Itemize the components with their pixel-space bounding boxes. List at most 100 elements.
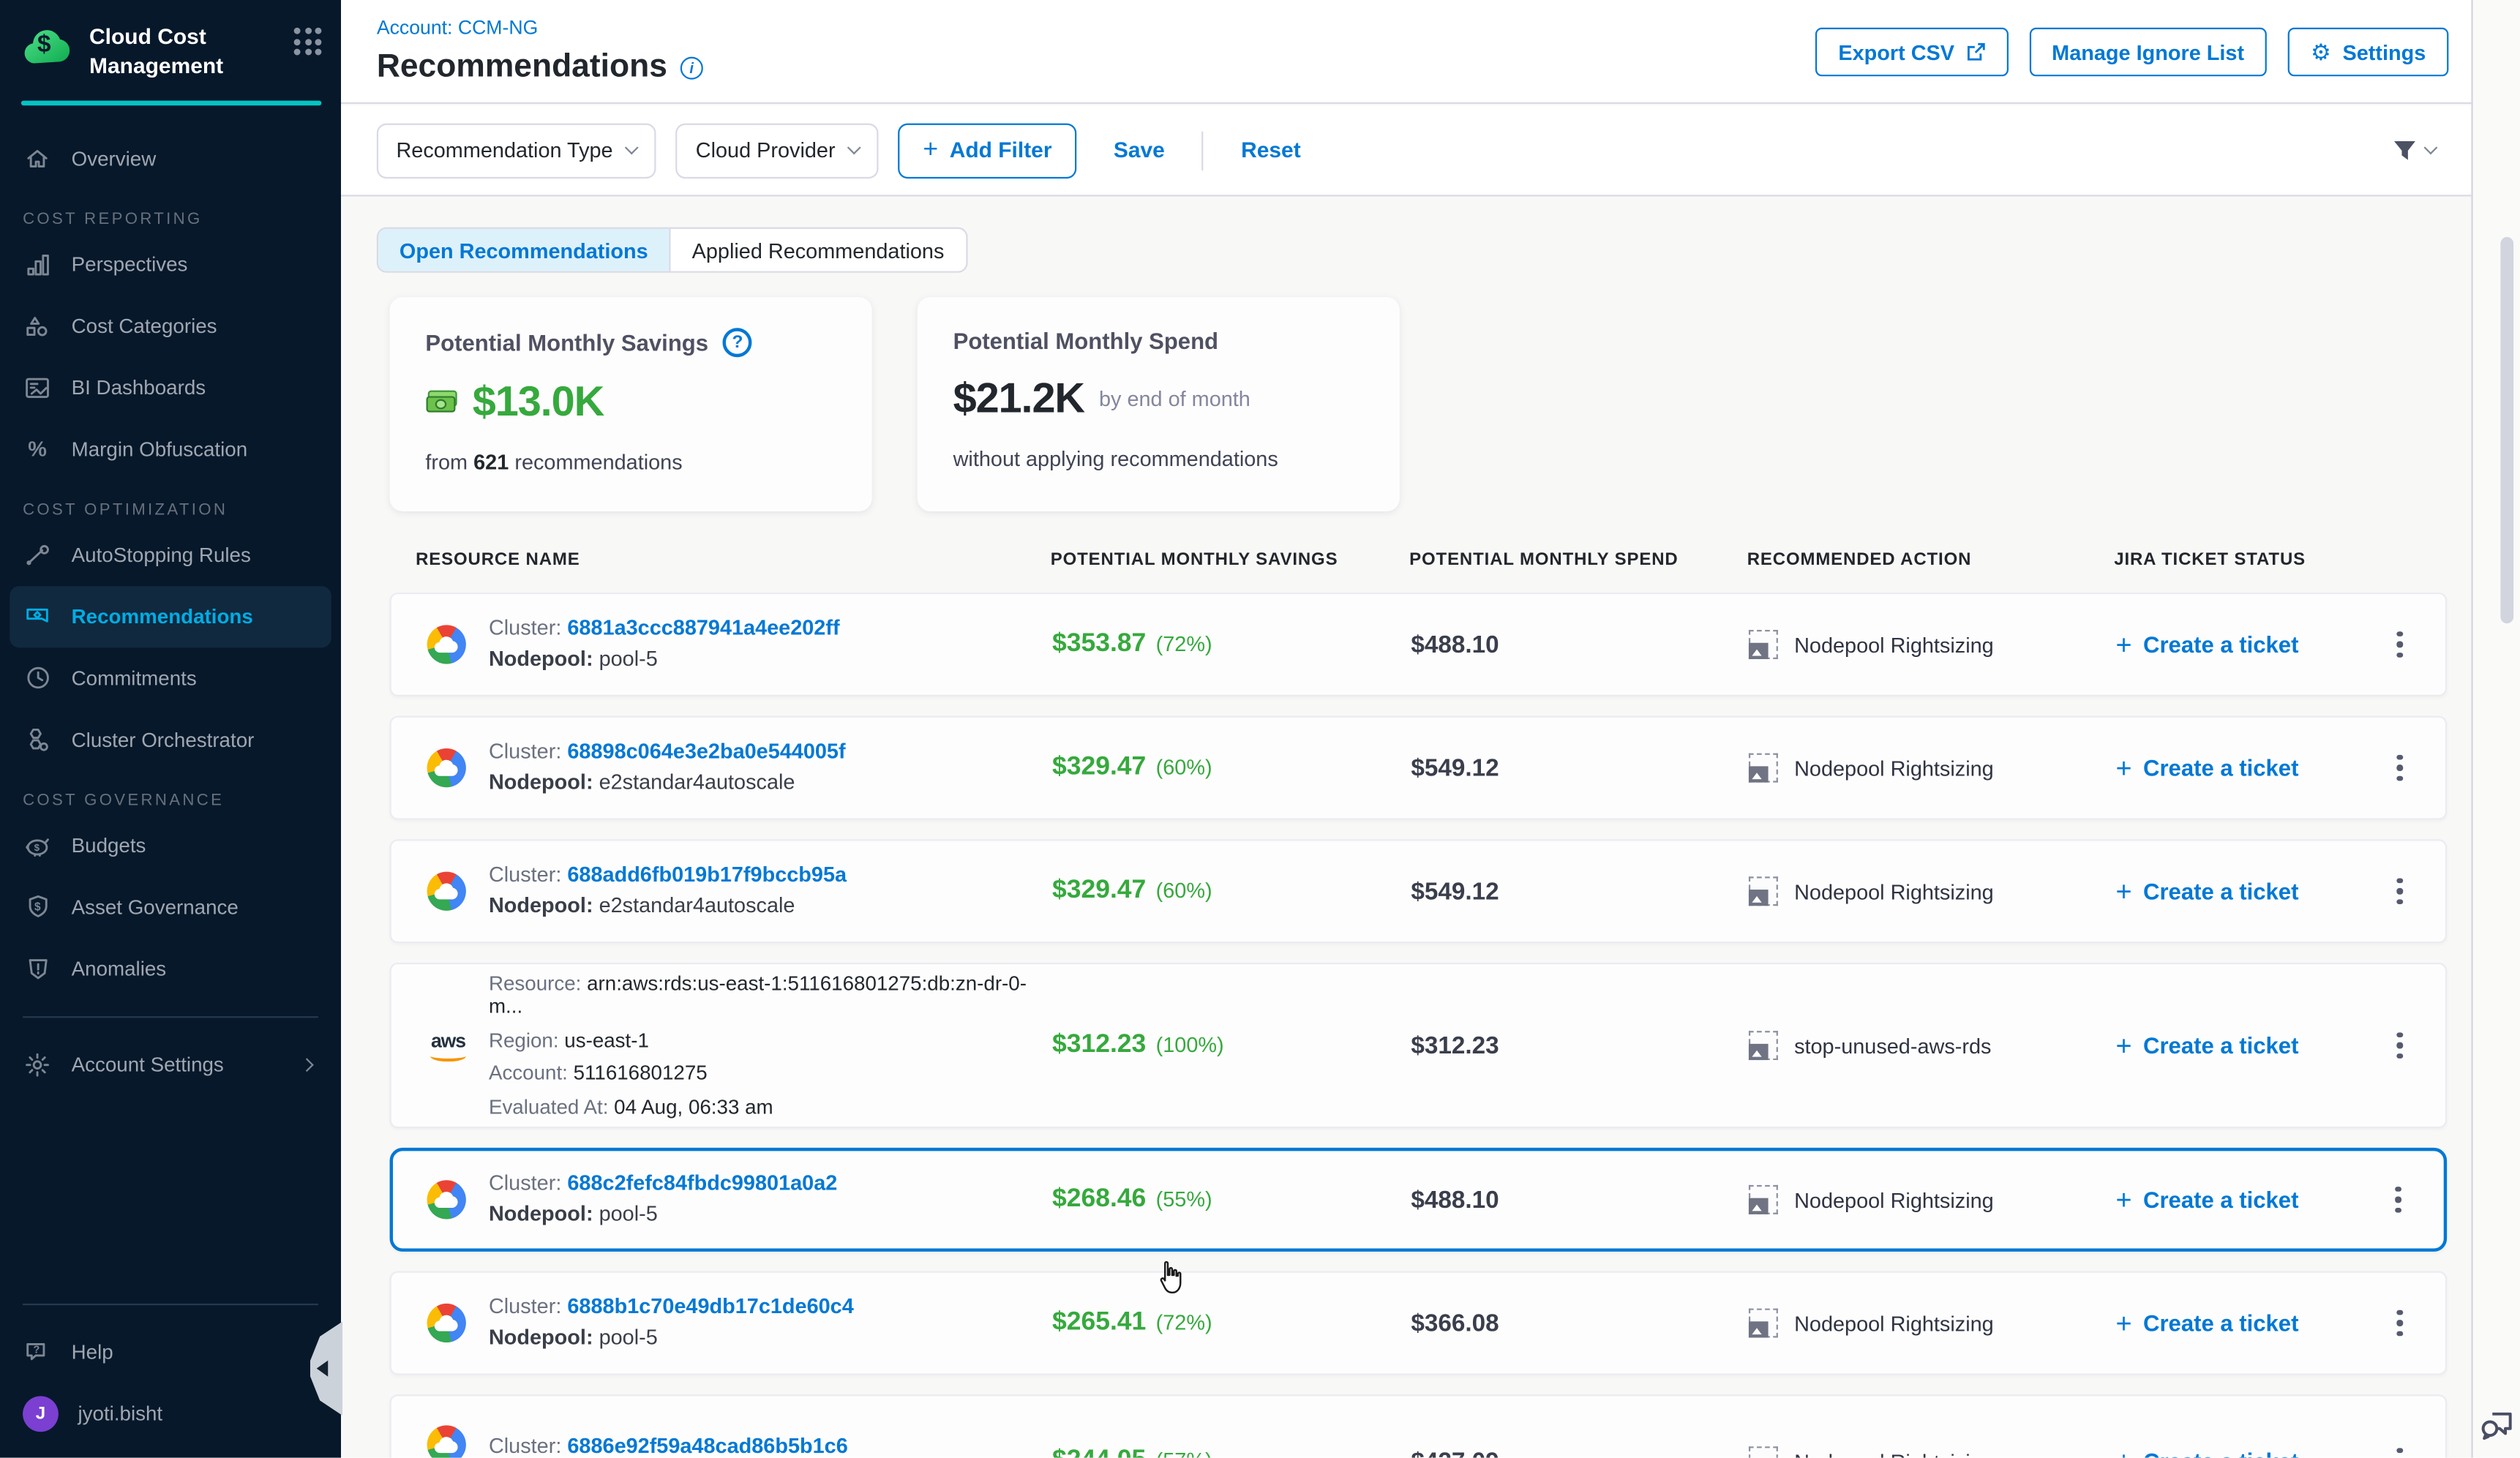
tab-open-recommendations[interactable]: Open Recommendations <box>378 229 670 271</box>
svg-text:$: $ <box>34 841 40 852</box>
sidebar-item-cluster-orchestrator[interactable]: Cluster Orchestrator <box>10 709 331 770</box>
create-ticket-link[interactable]: +Create a ticket <box>2115 1447 2380 1457</box>
row-menu-button[interactable] <box>2379 1176 2418 1225</box>
bar-chart-icon <box>23 251 52 277</box>
create-ticket-link[interactable]: +Create a ticket <box>2115 1309 2380 1337</box>
svg-text:$: $ <box>34 901 40 914</box>
shapes-icon <box>23 312 52 339</box>
sidebar-item-budgets[interactable]: $ Budgets <box>10 814 331 876</box>
table-row[interactable]: Cluster: 688add6fb019b17f9bccb95a Nodepo… <box>390 839 2448 943</box>
gcp-provider-icon <box>427 625 466 664</box>
cloud-provider-select[interactable]: Cloud Provider <box>676 123 879 178</box>
sidebar-item-asset-governance[interactable]: $ Asset Governance <box>10 876 331 937</box>
help-circle-icon[interactable]: ? <box>723 328 752 357</box>
section-cost-reporting: COST REPORTING <box>0 189 341 233</box>
sidebar-divider <box>23 1015 318 1017</box>
savings-subtext: from 621 recommendations <box>425 450 836 474</box>
sidebar-item-anomalies[interactable]: Anomalies <box>10 938 331 999</box>
cluster-link[interactable]: 6886e92f59a48cad86b5b1c6 <box>567 1432 847 1457</box>
row-menu-button[interactable] <box>2380 1299 2419 1348</box>
table-row[interactable]: Cluster: 6888b1c70e49db17c1de60c4 Nodepo… <box>390 1271 2448 1375</box>
breadcrumb-account[interactable]: Account: CCM-NG <box>377 16 538 39</box>
spend-cell: $488.10 <box>1411 631 1749 658</box>
create-ticket-link[interactable]: +Create a ticket <box>2115 631 2380 658</box>
filter-panel-toggle[interactable] <box>2392 139 2436 162</box>
spend-cell: $427.09 <box>1411 1447 1749 1457</box>
sidebar-item-overview[interactable]: Overview <box>10 127 331 189</box>
row-menu-button[interactable] <box>2380 620 2419 669</box>
spend-note: without applying recommendations <box>953 446 1364 470</box>
cluster-link[interactable]: 6881a3ccc887941a4ee202ff <box>567 615 839 639</box>
section-cost-optimization: COST OPTIMIZATION <box>0 480 341 524</box>
tab-applied-recommendations[interactable]: Applied Recommendations <box>670 229 966 271</box>
sidebar-item-commitments[interactable]: Commitments <box>10 647 331 709</box>
sidebar-header: $ Cloud Cost Management <box>0 0 341 93</box>
page-title: Recommendations <box>377 49 667 86</box>
table-row[interactable]: Cluster: 6886e92f59a48cad86b5b1c6 $244.0… <box>390 1394 2448 1458</box>
shield-alert-icon <box>23 955 52 982</box>
user-profile[interactable]: J jyoti.bisht <box>10 1383 331 1445</box>
col-jira-ticket-status: JIRA TICKET STATUS <box>2114 550 2471 593</box>
cluster-link[interactable]: 6888b1c70e49db17c1de60c4 <box>567 1294 853 1318</box>
sidebar-item-perspectives[interactable]: Perspectives <box>10 233 331 295</box>
cluster-link[interactable]: 68898c064e3e2ba0e544005f <box>567 739 845 763</box>
sidebar-item-bi-dashboards[interactable]: BI Dashboards <box>10 356 331 418</box>
funnel-icon <box>2392 139 2418 162</box>
cluster-link[interactable]: 688c2fefc84fbdc99801a0a2 <box>567 1170 837 1195</box>
col-resource-name: RESOURCE NAME <box>416 550 1051 593</box>
create-ticket-link[interactable]: +Create a ticket <box>2115 877 2380 905</box>
divider <box>1202 131 1204 170</box>
export-csv-button[interactable]: Export CSV <box>1815 28 2008 77</box>
add-filter-button[interactable]: + Add Filter <box>899 123 1076 178</box>
percent-icon: % <box>23 436 52 462</box>
recommendation-type-select[interactable]: Recommendation Type <box>377 123 657 178</box>
spend-value: $21.2K <box>953 373 1084 424</box>
plus-icon: + <box>923 138 938 164</box>
create-ticket-link[interactable]: +Create a ticket <box>2115 754 2380 782</box>
sidebar-item-autostopping-rules[interactable]: AutoStopping Rules <box>10 524 331 585</box>
table-row[interactable]: aws Resource: arn:aws:rds:us-east-1:5116… <box>390 963 2448 1128</box>
reset-filter-link[interactable]: Reset <box>1241 138 1301 162</box>
row-menu-button[interactable] <box>2380 1021 2419 1070</box>
sidebar: $ Cloud Cost Management Overview COST RE… <box>0 0 341 1458</box>
table-row[interactable]: Cluster: 68898c064e3e2ba0e544005f Nodepo… <box>390 716 2448 820</box>
action-cell: Nodepool Rightsizing <box>1749 876 2116 906</box>
action-cell: stop-unused-aws-rds <box>1749 1031 2116 1060</box>
sidebar-item-margin-obfuscation[interactable]: % Margin Obfuscation <box>10 418 331 480</box>
table-row-selected[interactable]: Cluster: 688c2fefc84fbdc99801a0a2 Nodepo… <box>390 1148 2448 1252</box>
action-cell: Nodepool Rightsizing <box>1749 1185 2116 1214</box>
row-menu-button[interactable] <box>2380 867 2419 916</box>
manage-ignore-list-button[interactable]: Manage Ignore List <box>2029 28 2267 77</box>
sidebar-item-cost-categories[interactable]: Cost Categories <box>10 295 331 356</box>
plus-icon: + <box>2115 1032 2131 1059</box>
info-icon[interactable]: i <box>680 56 703 79</box>
external-link-icon <box>1966 42 1986 62</box>
aws-provider-icon: aws <box>427 1030 470 1061</box>
sidebar-nav: Overview COST REPORTING Perspectives Cos… <box>0 115 341 1458</box>
plus-icon: + <box>2115 877 2131 905</box>
dollar-glyph: $ <box>37 31 51 59</box>
autostopping-icon <box>23 541 52 568</box>
clock-icon <box>23 665 52 691</box>
action-type-icon <box>1749 1185 1778 1214</box>
app-switcher-icon[interactable] <box>294 28 322 56</box>
cluster-link[interactable]: 688add6fb019b17f9bccb95a <box>567 862 847 886</box>
svg-text:?: ? <box>33 1345 40 1356</box>
sidebar-item-account-settings[interactable]: Account Settings <box>10 1034 331 1095</box>
gear-icon <box>23 1051 52 1078</box>
sidebar-item-help[interactable]: ? Help <box>10 1321 331 1383</box>
create-ticket-link[interactable]: +Create a ticket <box>2115 1032 2380 1059</box>
row-menu-button[interactable] <box>2380 1437 2419 1458</box>
sidebar-item-recommendations[interactable]: Recommendations <box>10 585 331 647</box>
savings-value: $13.0K <box>473 377 604 427</box>
save-filter-link[interactable]: Save <box>1114 138 1165 162</box>
savings-cell: $268.46(55%) <box>1052 1185 1411 1214</box>
support-chat-icon[interactable] <box>2478 1409 2514 1441</box>
table-row[interactable]: Cluster: 6881a3ccc887941a4ee202ff Nodepo… <box>390 593 2448 696</box>
settings-button[interactable]: ⚙ Settings <box>2288 28 2448 77</box>
savings-cell: $329.47(60%) <box>1052 876 1411 906</box>
row-menu-button[interactable] <box>2380 743 2419 792</box>
create-ticket-link[interactable]: +Create a ticket <box>2115 1186 2378 1214</box>
app-window: $ Cloud Cost Management Overview COST RE… <box>0 0 2520 1458</box>
scrollbar-thumb[interactable] <box>2500 237 2513 623</box>
